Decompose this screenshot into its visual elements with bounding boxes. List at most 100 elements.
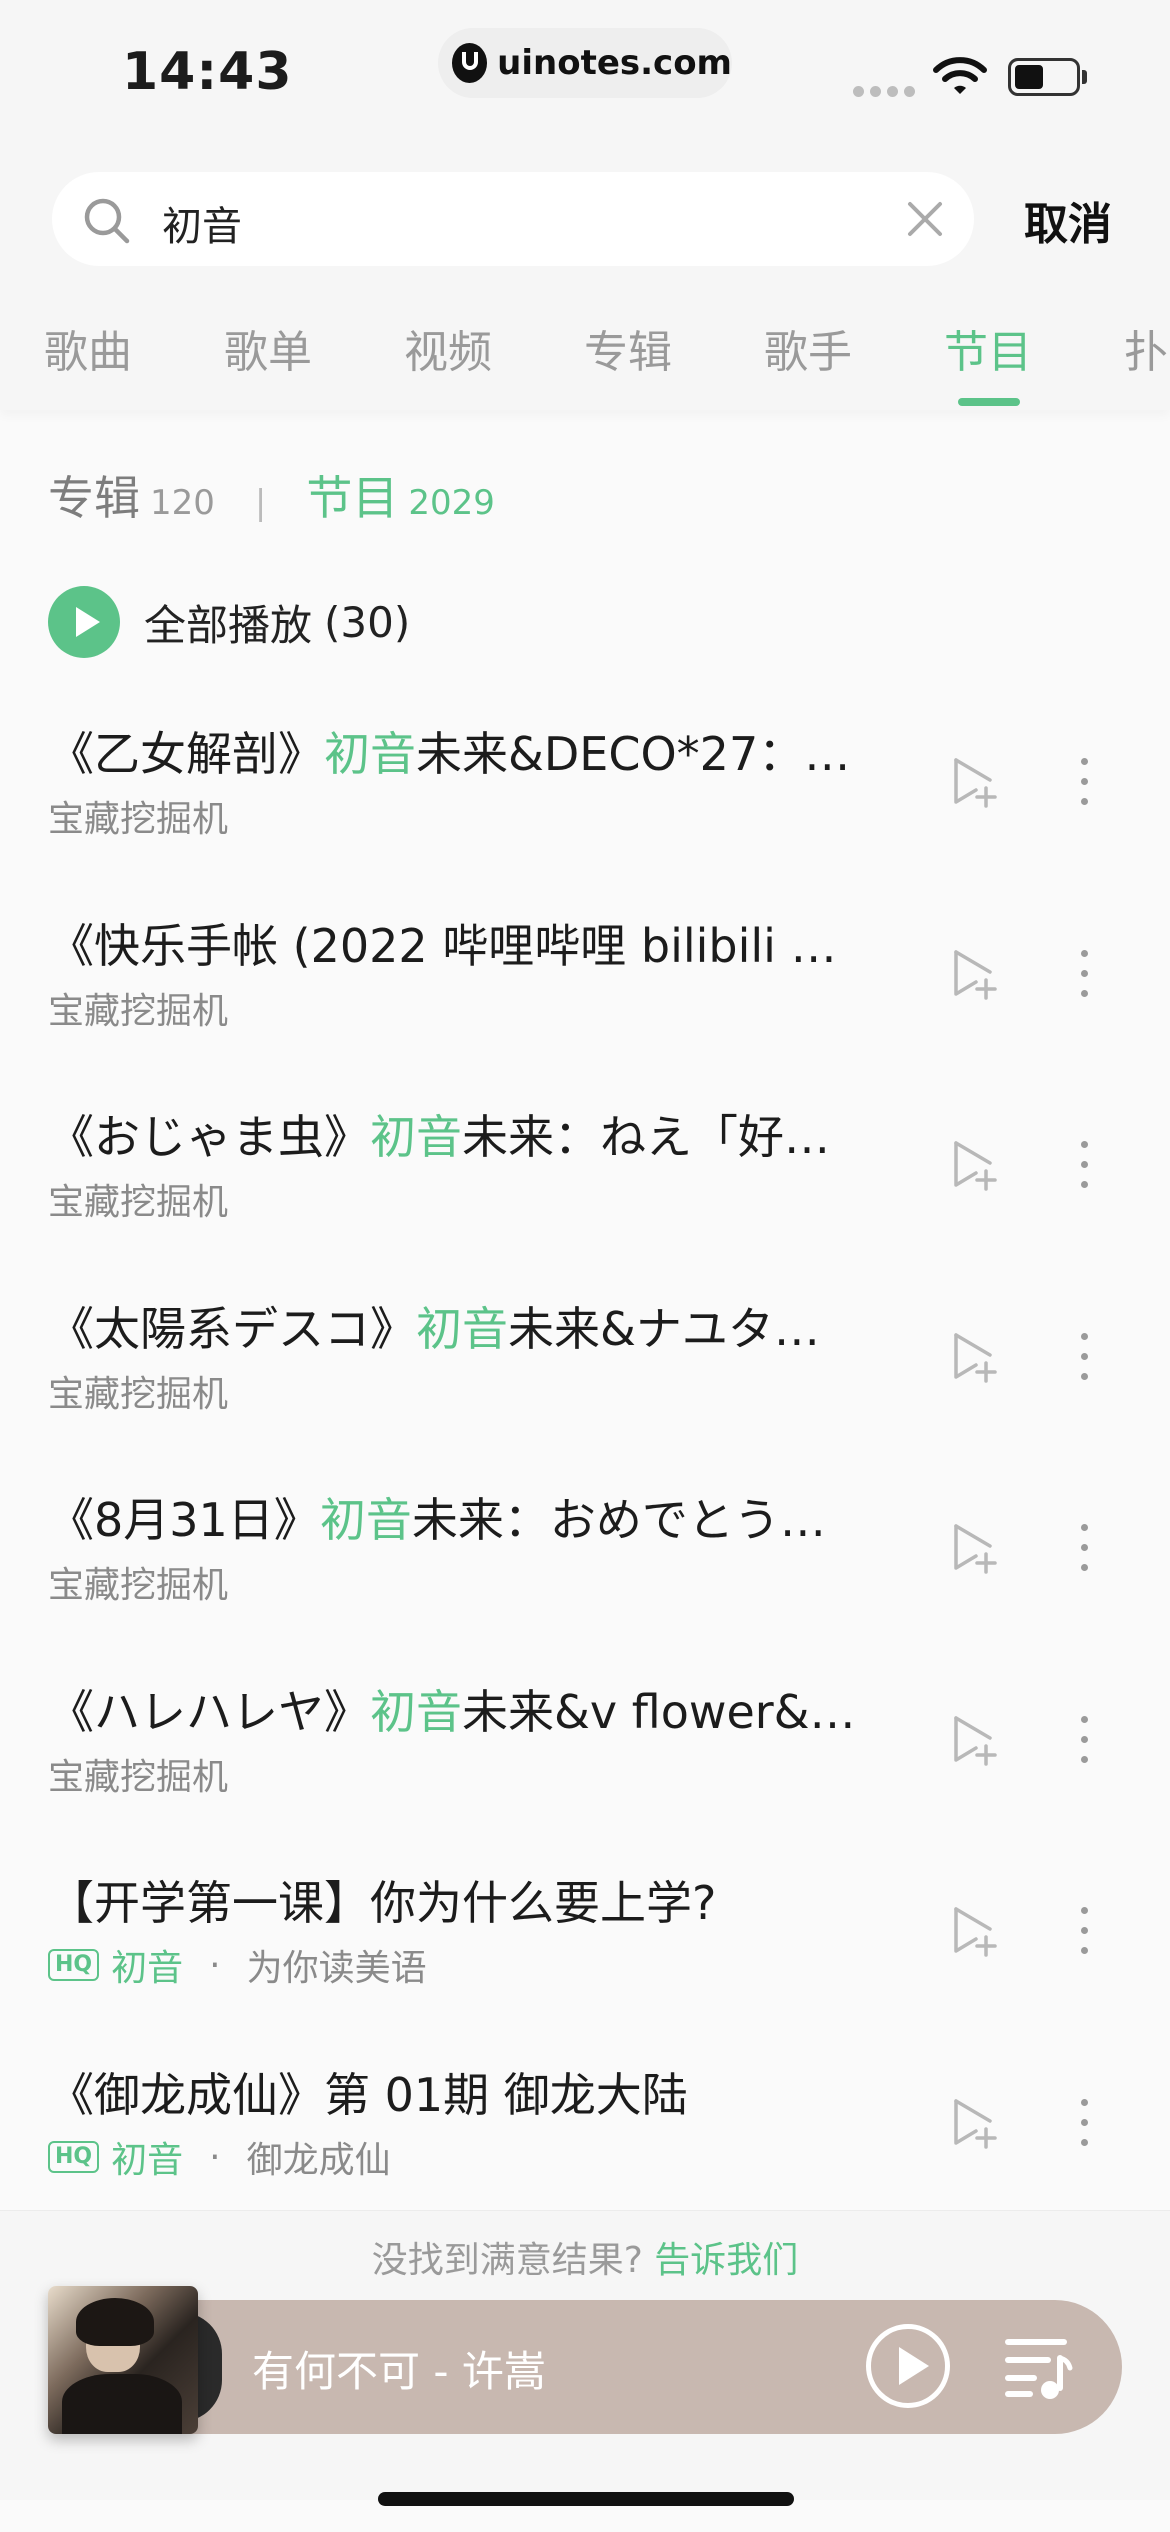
more-options-icon[interactable] (1070, 1333, 1098, 1389)
program-filter[interactable]: 节目 (306, 462, 398, 528)
item-title: 《ハレハレヤ》初音未来&v flower&… (48, 1676, 880, 1742)
album-cover[interactable] (48, 2286, 198, 2434)
play-all-label: 全部播放 (144, 600, 313, 650)
play-all-button[interactable]: 全部播放 (30) (48, 586, 410, 658)
tab-albums[interactable]: 专辑 (584, 316, 672, 380)
play-icon (48, 586, 120, 658)
add-to-playlist-icon[interactable] (950, 756, 998, 812)
hq-badge: HQ (48, 1949, 100, 1981)
more-options-icon[interactable] (1070, 1716, 1098, 1772)
list-item[interactable]: 《乙女解剖》初音未来&DECO*27：… 宝藏挖掘机 (0, 718, 1170, 908)
active-tab-indicator (958, 398, 1020, 406)
add-to-playlist-icon[interactable] (950, 948, 998, 1004)
tab-videos[interactable]: 视频 (404, 316, 492, 380)
site-logo-icon (452, 43, 488, 83)
add-to-playlist-icon[interactable] (950, 1905, 998, 1961)
status-time: 14:43 (122, 42, 293, 102)
item-title-pre: 《8月31日》 (48, 1493, 320, 1547)
more-options-icon[interactable] (1070, 758, 1098, 814)
add-to-playlist-icon[interactable] (950, 1331, 998, 1387)
now-playing-title[interactable]: 有何不可 - 许嵩 (252, 2338, 546, 2399)
summary-separator: | (254, 483, 267, 523)
item-title-pre: 【开学第一课】你为什么要上学? (48, 1876, 717, 1930)
item-subtitle: 御龙成仙 (246, 2140, 391, 2181)
item-title-post: 未来：おめでとう… (411, 1493, 826, 1547)
item-title-highlight: 初音 (370, 1110, 462, 1164)
search-input[interactable]: 初音 (52, 172, 974, 266)
item-title: 《8月31日》初音未来：おめでとう… (48, 1484, 880, 1550)
feedback-hint: 没找到满意结果? 告诉我们 (0, 2231, 1170, 2283)
playlist-icon[interactable] (1004, 2334, 1074, 2400)
item-subtitle: 宝藏挖掘机 (48, 991, 229, 1032)
item-title: 《おじゃま虫》初音未来：ねえ「好… (48, 1101, 880, 1167)
item-title-pre: 《太陽系デスコ》 (48, 1302, 416, 1356)
add-to-playlist-icon[interactable] (950, 1714, 998, 1770)
item-subtitle: 宝藏挖掘机 (48, 1182, 229, 1223)
result-summary: 专辑 120 | 节目 2029 (48, 462, 495, 528)
more-options-icon[interactable] (1070, 1524, 1098, 1580)
add-to-playlist-icon[interactable] (950, 2097, 998, 2153)
item-title-post: 未来&DECO*27：… (416, 727, 851, 781)
item-title: 《太陽系デスコ》初音未来&ナユタ… (48, 1293, 880, 1359)
search-query[interactable]: 初音 (162, 194, 242, 252)
battery-icon (1008, 58, 1080, 96)
item-meta: 宝藏挖掘机 (48, 1556, 228, 1608)
wifi-icon (933, 57, 987, 94)
item-sub-separator: · (209, 1944, 221, 1986)
item-title-pre: 《快乐手帐 (2022 哔哩哔哩 bilibili 拜… (48, 919, 880, 973)
search-bar: 初音 取消 (0, 140, 1170, 290)
tab-songs[interactable]: 歌曲 (44, 316, 132, 380)
item-subtitle: 宝藏挖掘机 (48, 1565, 229, 1606)
search-results-page: 14:43 uinotes.com 初音 取消 歌曲 歌单 视频 专辑 歌手 节… (0, 0, 1170, 2532)
list-item[interactable]: 《太陽系デスコ》初音未来&ナユタ… 宝藏挖掘机 (0, 1293, 1170, 1483)
list-item[interactable]: 《ハレハレヤ》初音未来&v flower&… 宝藏挖掘机 (0, 1676, 1170, 1866)
feedback-text: 没找到满意结果? (371, 2240, 643, 2281)
home-indicator (378, 2492, 794, 2506)
signal-icon (853, 86, 915, 97)
item-title-pre: 《おじゃま虫》 (48, 1110, 370, 1164)
list-item[interactable]: 《快乐手帐 (2022 哔哩哔哩 bilibili 拜… 宝藏挖掘机 (0, 910, 1170, 1100)
clear-icon[interactable] (906, 200, 944, 238)
item-title-post: 未来&v flower&… (462, 1685, 856, 1739)
item-sub-highlight: 初音 (111, 1948, 184, 1989)
list-item[interactable]: 《8月31日》初音未来：おめでとう… 宝藏挖掘机 (0, 1484, 1170, 1674)
item-title-highlight: 初音 (319, 1493, 412, 1547)
more-options-icon[interactable] (1070, 950, 1098, 1006)
add-to-playlist-icon[interactable] (950, 1522, 998, 1578)
more-options-icon[interactable] (1070, 1907, 1098, 1963)
item-title-post: 未来&ナユタ… (508, 1302, 820, 1356)
item-sub-separator: · (209, 2136, 221, 2178)
program-count: 2029 (408, 483, 495, 523)
item-title-pre: 《ハレハレヤ》 (48, 1685, 370, 1739)
url-pill[interactable]: uinotes.com (438, 28, 732, 98)
item-title-pre: 《乙女解剖》 (48, 727, 324, 781)
item-meta: HQ 初音 · 为你读美语 (48, 1939, 427, 1991)
add-to-playlist-icon[interactable] (950, 1139, 998, 1195)
item-subtitle: 为你读美语 (246, 1948, 427, 1989)
feedback-link[interactable]: 告诉我们 (654, 2240, 798, 2281)
item-subtitle: 宝藏挖掘机 (48, 1757, 229, 1798)
play-all-count: (30) (324, 597, 411, 647)
list-item[interactable]: 《おじゃま虫》初音未来：ねえ「好… 宝藏挖掘机 (0, 1101, 1170, 1291)
album-filter[interactable]: 专辑 (48, 462, 140, 528)
item-title: 《快乐手帐 (2022 哔哩哔哩 bilibili 拜… (48, 910, 880, 976)
more-options-icon[interactable] (1070, 2099, 1098, 2155)
item-meta: 宝藏挖掘机 (48, 1748, 228, 1800)
tab-artists[interactable]: 歌手 (764, 316, 852, 380)
tab-more[interactable]: 扑 (1124, 316, 1168, 380)
status-bar: 14:43 uinotes.com (0, 0, 1170, 140)
url-text: uinotes.com (497, 43, 732, 83)
more-options-icon[interactable] (1070, 1141, 1098, 1197)
item-title-highlight: 初音 (324, 727, 416, 781)
item-subtitle: 宝藏挖掘机 (48, 799, 229, 840)
item-meta: HQ 初音 · 御龙成仙 (48, 2131, 391, 2183)
cancel-button[interactable]: 取消 (1024, 188, 1112, 252)
play-icon[interactable] (866, 2324, 950, 2408)
list-item[interactable]: 【开学第一课】你为什么要上学? HQ 初音 · 为你读美语 (0, 1867, 1170, 2057)
item-meta: 宝藏挖掘机 (48, 1365, 228, 1417)
item-meta: 宝藏挖掘机 (48, 982, 228, 1034)
item-title: 《御龙成仙》第 01期 御龙大陆 (48, 2059, 880, 2125)
tab-programs[interactable]: 节目 (944, 316, 1032, 380)
tab-playlists[interactable]: 歌单 (224, 316, 312, 380)
item-meta: 宝藏挖掘机 (48, 790, 228, 842)
